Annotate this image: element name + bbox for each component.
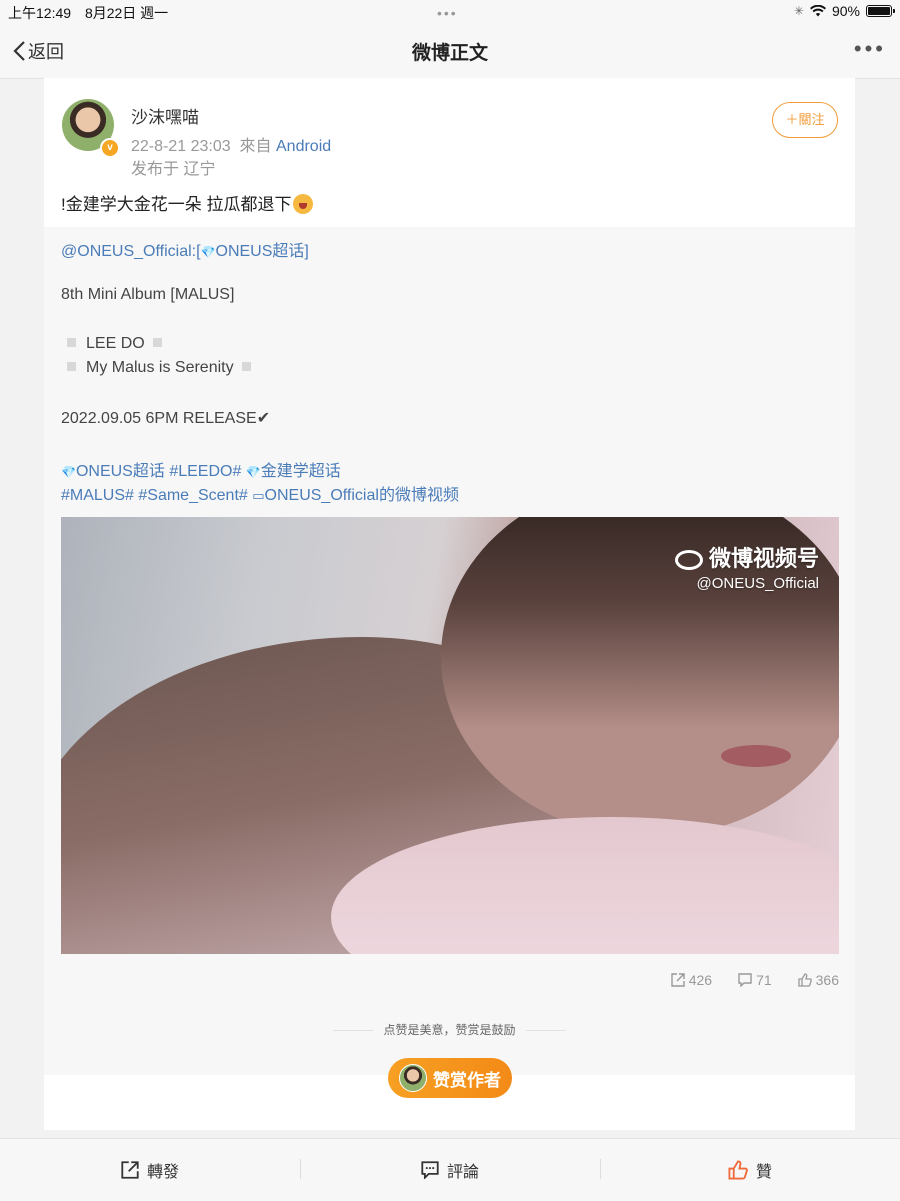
square-bullet-icon xyxy=(152,338,162,347)
repost-count[interactable]: 426 xyxy=(671,972,712,988)
video-player[interactable]: 微博视频号 @ONEUS_Official xyxy=(61,517,839,954)
comment-button[interactable]: 評論 xyxy=(300,1139,600,1201)
reward-author-button[interactable]: 赞赏作者 xyxy=(388,1058,512,1098)
battery-icon xyxy=(866,5,895,17)
bottom-action-bar: 轉發 評論 贊 xyxy=(0,1138,900,1201)
topic-link-oneus[interactable]: 💎ONEUS超话 xyxy=(201,243,305,260)
post-text: !金建学大金花一朵 拉瓜都退下 xyxy=(61,190,314,215)
status-right: ✳ 90% xyxy=(793,3,895,19)
status-time: 上午12:49 xyxy=(8,5,72,21)
reward-caption: 点赞是美意，赞赏是鼓励 xyxy=(44,1021,855,1038)
track-2: My Malus is Serenity xyxy=(86,359,234,376)
repost-button-label: 轉發 xyxy=(146,1164,179,1181)
comment-icon xyxy=(421,1161,439,1179)
repost-header: @ONEUS_Official:[💎ONEUS超话] xyxy=(61,237,309,261)
tags-line-1: 💎ONEUS超话 #LEEDO# 💎金建学超话 xyxy=(61,457,341,481)
multitasking-dots-icon[interactable]: ••• xyxy=(437,5,458,21)
post-source-prefix: 來自 xyxy=(239,138,272,155)
activity-spinner-icon: ✳ xyxy=(793,4,804,18)
post-text-body: !金建学大金花一朵 拉瓜都退下 xyxy=(61,195,292,214)
repost-count-value: 426 xyxy=(688,972,713,988)
square-bullet-icon xyxy=(67,362,76,371)
mention-link[interactable]: @ONEUS_Official xyxy=(61,243,192,260)
thumbs-up-icon xyxy=(797,973,812,987)
release-line: 2022.09.05 6PM RELEASE✔ xyxy=(61,408,270,428)
comment-count[interactable]: 71 xyxy=(738,972,772,988)
post-location: 发布于 辽宁 xyxy=(131,161,216,178)
comment-button-label: 評論 xyxy=(446,1164,479,1181)
reward-button-label: 赞赏作者 xyxy=(433,1070,501,1090)
repost-block[interactable]: @ONEUS_Official:[💎ONEUS超话] 8th Mini Albu… xyxy=(44,227,855,1075)
repost-stats: 426 71 366 xyxy=(671,972,839,988)
like-count-value: 366 xyxy=(815,972,839,988)
status-bar: 上午12:49 8月22日 週一 ••• ✳ 90% xyxy=(0,0,900,24)
post-card: v 沙沫嘿喵 22-8-21 23:03 來自 Android 发布于 辽宁 ＋… xyxy=(44,78,855,1130)
username[interactable]: 沙沫嘿喵 xyxy=(131,103,199,128)
follow-button[interactable]: ＋關注 xyxy=(772,102,838,138)
square-bullet-icon xyxy=(241,362,251,371)
album-line: 8th Mini Album [MALUS] xyxy=(61,286,235,303)
like-button[interactable]: 贊 xyxy=(600,1139,900,1201)
topic-oneus-label: ONEUS超话 xyxy=(215,243,305,260)
diamond-icon: 💎 xyxy=(200,245,216,259)
topic-link-oneus-2[interactable]: 💎ONEUS超话 xyxy=(61,463,165,480)
square-bullet-icon xyxy=(67,338,76,347)
page-title: 微博正文 xyxy=(411,43,488,64)
post-timestamp: 22-8-21 23:03 xyxy=(131,138,231,155)
topic-b-label: 金建学超话 xyxy=(260,463,341,480)
video-frame-lips xyxy=(721,745,791,767)
comment-icon xyxy=(738,973,752,987)
diamond-icon: 💎 xyxy=(61,465,76,479)
hashtag-malus[interactable]: #MALUS# xyxy=(61,487,134,504)
repost-button[interactable]: 轉發 xyxy=(0,1139,300,1201)
weibo-logo-icon xyxy=(674,550,703,570)
reward-avatar xyxy=(399,1064,427,1092)
verified-badge-icon: v xyxy=(100,138,120,158)
battery-fill xyxy=(868,7,890,15)
topic-a-label: ONEUS超话 xyxy=(75,463,165,480)
nav-bar: 返回 微博正文 ••• xyxy=(0,24,900,79)
checkmark-icon: ✔ xyxy=(256,410,271,427)
video-camera-icon: ▭ xyxy=(252,488,265,503)
post-meta: 22-8-21 23:03 來自 Android xyxy=(131,132,331,156)
comment-count-value: 71 xyxy=(756,972,772,988)
thumbs-up-icon xyxy=(728,1160,748,1180)
status-date: 8月22日 週一 xyxy=(84,5,169,21)
watermark-title: 微博视频号 xyxy=(708,546,819,571)
track-line-2: My Malus is Serenity xyxy=(61,359,251,377)
like-count[interactable]: 366 xyxy=(797,972,839,988)
track-1: LEE DO xyxy=(86,335,145,352)
wifi-icon xyxy=(809,5,826,17)
status-left: 上午12:49 8月22日 週一 xyxy=(8,3,178,23)
topic-link-kim[interactable]: 💎金建学超话 xyxy=(246,463,341,480)
watermark-handle: @ONEUS_Official xyxy=(696,575,819,592)
hashtag-leedo[interactable]: #LEEDO# xyxy=(169,463,241,480)
more-options-icon[interactable]: ••• xyxy=(854,36,886,62)
colon-bracket: :[ xyxy=(191,243,201,260)
post-source[interactable]: Android xyxy=(276,138,331,155)
tags-line-2: #MALUS# #Same_Scent# ▭ONEUS_Official的微博视… xyxy=(61,481,459,505)
video-link-label: ONEUS_Official的微博视频 xyxy=(264,487,459,504)
track-line-1: LEE DO xyxy=(61,335,162,353)
hashtag-same-scent[interactable]: #Same_Scent# xyxy=(138,487,247,504)
video-link[interactable]: ▭ONEUS_Official的微博视频 xyxy=(252,487,459,504)
diamond-icon: 💎 xyxy=(245,465,261,479)
like-button-label: 贊 xyxy=(755,1164,772,1181)
laughing-emoji-icon xyxy=(293,194,314,214)
close-bracket: ] xyxy=(304,243,309,260)
video-watermark: 微博视频号 @ONEUS_Official xyxy=(674,541,819,592)
share-icon xyxy=(671,973,685,987)
battery-percent: 90% xyxy=(831,3,860,19)
watermark-title-row: 微博视频号 xyxy=(674,541,819,573)
share-icon xyxy=(121,1161,139,1179)
release-text: 2022.09.05 6PM RELEASE xyxy=(61,410,257,427)
